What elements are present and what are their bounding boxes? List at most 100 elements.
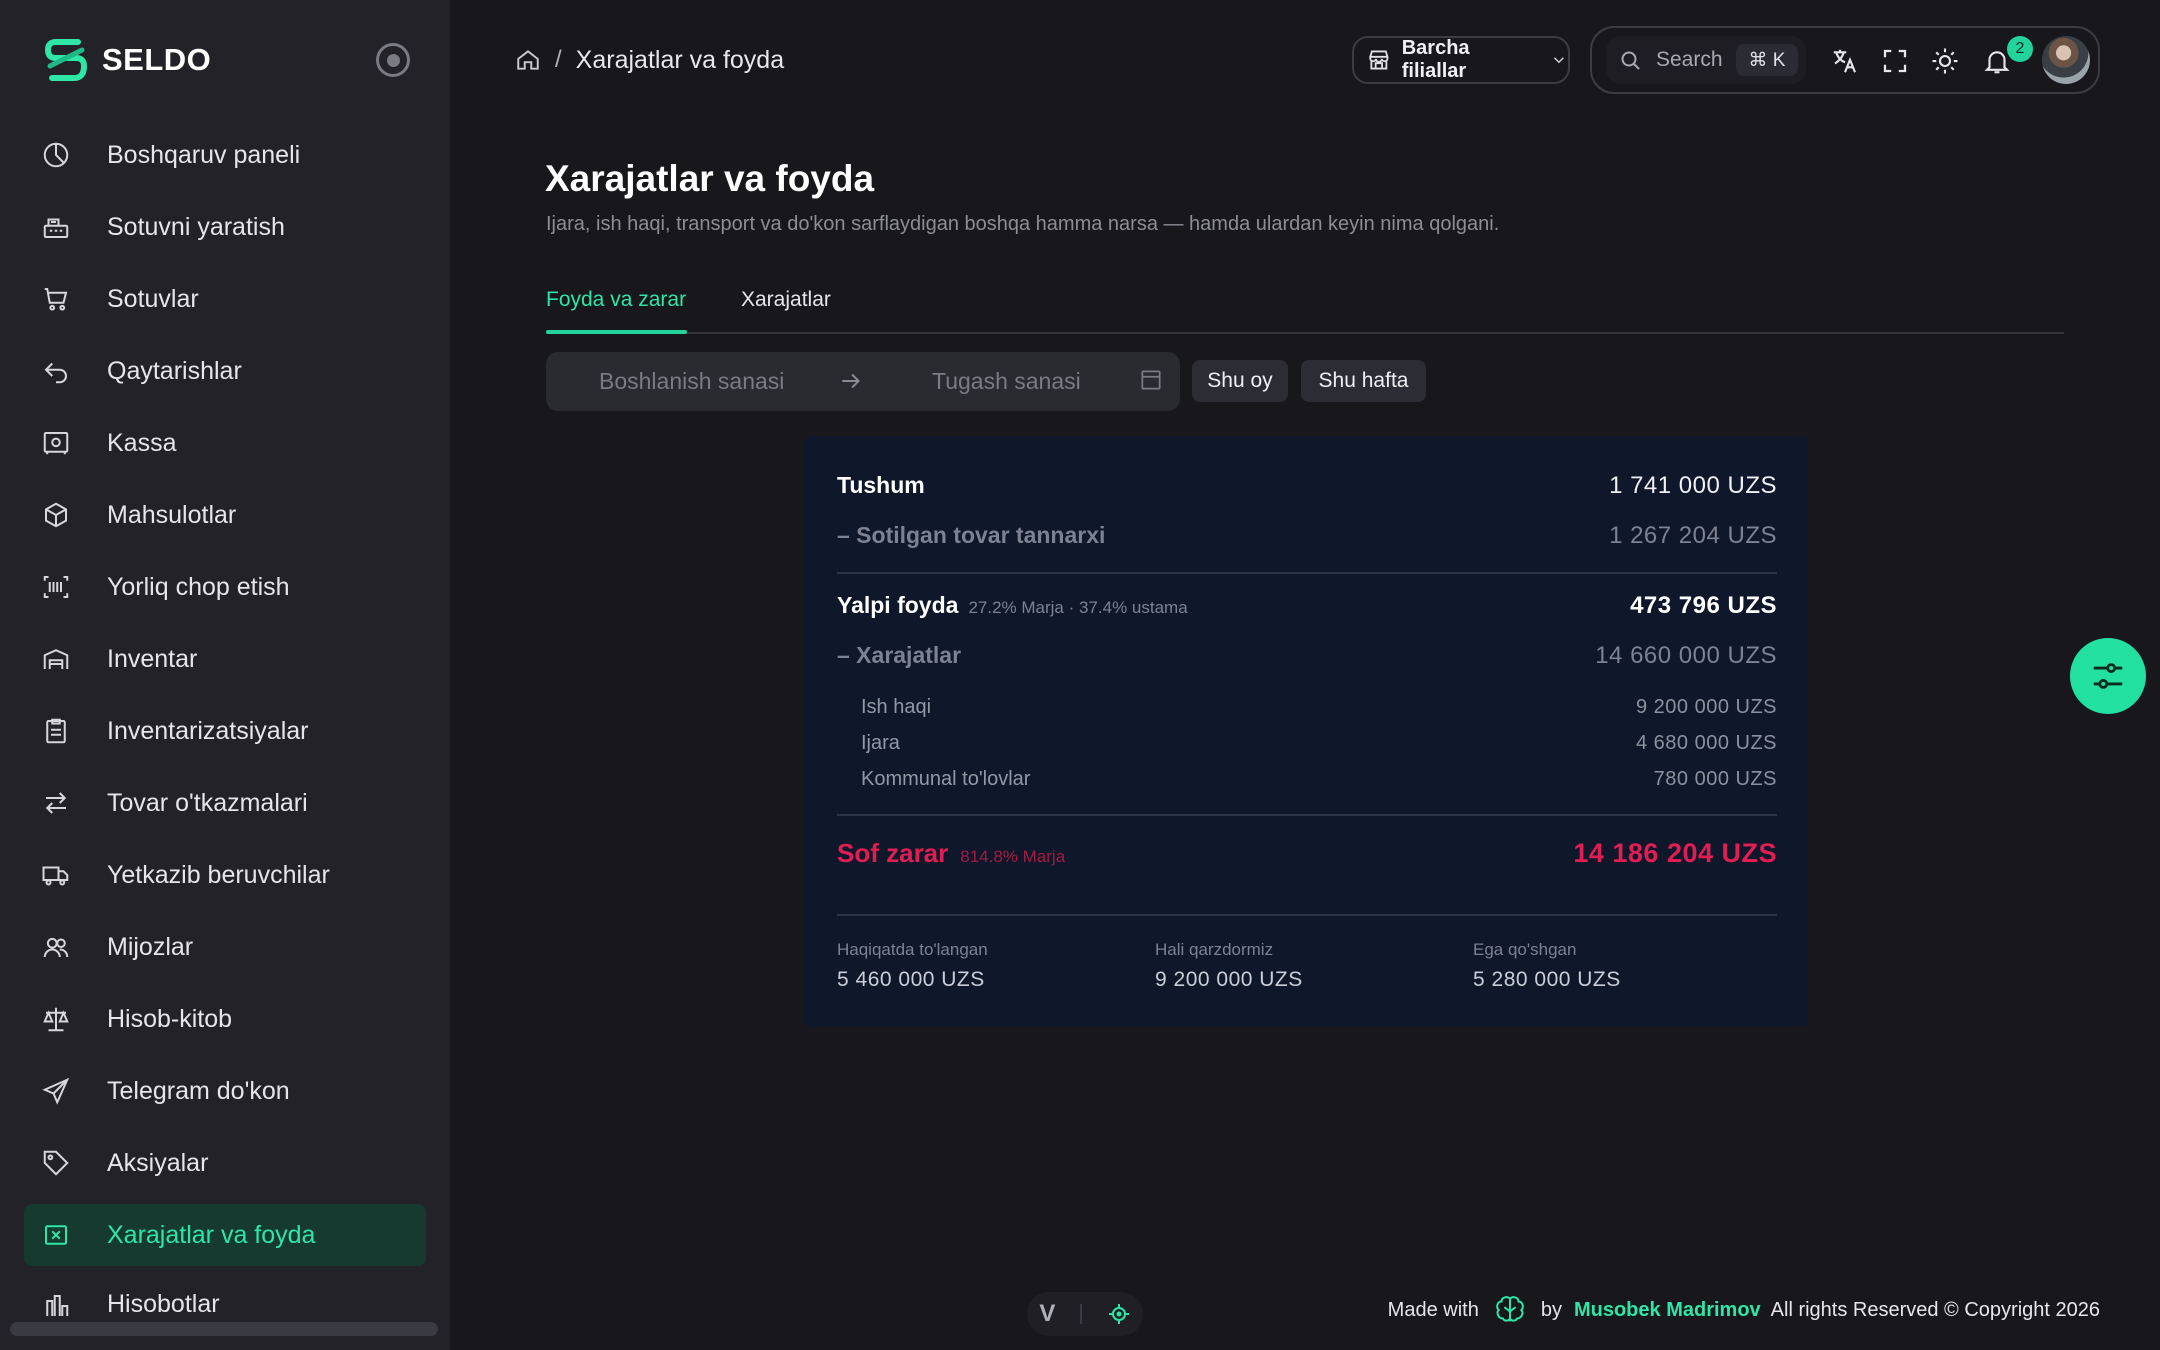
brain-heart-icon bbox=[1496, 1296, 1524, 1322]
expense-item-label: Kommunal to'lovlar bbox=[861, 768, 1031, 790]
sidebar-item-label: Xarajatlar va foyda bbox=[107, 1220, 316, 1249]
send-icon bbox=[40, 1075, 72, 1107]
sidebar-nav: Boshqaruv paneli Sotuvni yaratish Sotuvl… bbox=[24, 124, 426, 1326]
expense-item-value: 9 200 000 UZS bbox=[1635, 696, 1777, 718]
breadcrumb-current: Xarajatlar va foyda bbox=[575, 45, 785, 74]
stat-owed: Hali qarzdormiz 9 200 000 UZS bbox=[1155, 940, 1303, 992]
sidebar-item-label-print[interactable]: Yorliq chop etish bbox=[24, 556, 426, 618]
sidebar: SELDO Boshqaruv paneli Sotuvni yaratish … bbox=[0, 0, 450, 1350]
divider bbox=[837, 914, 1777, 916]
search-input[interactable]: Search ⌘ K bbox=[1606, 36, 1806, 84]
truck-icon bbox=[40, 859, 72, 891]
cogs-label: – Sotilgan tovar tannarxi bbox=[837, 522, 1106, 548]
arrow-right-icon bbox=[842, 373, 860, 389]
safe-icon bbox=[40, 427, 72, 459]
page-subtitle: Ijara, ish haqi, transport va do'kon sar… bbox=[546, 213, 1500, 235]
sidebar-item-label: Tovar o'tkazmalari bbox=[107, 788, 308, 817]
start-date-input[interactable]: Boshlanish sanasi bbox=[599, 368, 784, 395]
vue-logo-icon: V bbox=[1039, 1300, 1056, 1327]
expenses-label: – Xarajatlar bbox=[837, 642, 962, 668]
gross-profit-value: 473 796 UZS bbox=[1630, 592, 1777, 619]
sidebar-item-label: Hisobotlar bbox=[107, 1290, 220, 1316]
sidebar-item-products[interactable]: Mahsulotlar bbox=[24, 484, 426, 546]
radio-dot-icon bbox=[386, 53, 400, 67]
footer-by: by bbox=[1540, 1298, 1562, 1321]
sidebar-item-promotions[interactable]: Aksiyalar bbox=[24, 1132, 426, 1194]
sidebar-item-accounting[interactable]: Hisob-kitob bbox=[24, 988, 426, 1050]
translate-icon[interactable] bbox=[1830, 46, 1860, 76]
expense-item-value: 4 680 000 UZS bbox=[1635, 732, 1777, 754]
sidebar-item-expenses-profit[interactable]: Xarajatlar va foyda bbox=[24, 1204, 426, 1266]
revenue-row: Tushum 1 741 000 UZS bbox=[837, 472, 1777, 500]
sidebar-item-telegram-shop[interactable]: Telegram do'kon bbox=[24, 1060, 426, 1122]
notification-badge: 2 bbox=[2007, 36, 2033, 62]
home-icon[interactable] bbox=[515, 47, 541, 73]
footer-made-with: Made with bbox=[1387, 1298, 1479, 1321]
sidebar-item-label: Boshqaruv paneli bbox=[107, 140, 301, 169]
sidebar-item-label: Sotuvni yaratish bbox=[107, 212, 285, 241]
gross-profit-label: Yalpi foyda 27.2% Marja · 37.4% ustama bbox=[837, 592, 1188, 619]
sidebar-item-stocktakes[interactable]: Inventarizatsiyalar bbox=[24, 700, 426, 762]
sidebar-item-label: Yorliq chop etish bbox=[107, 572, 290, 601]
avatar[interactable] bbox=[2042, 36, 2090, 84]
sidebar-item-create-sale[interactable]: Sotuvni yaratish bbox=[24, 196, 426, 258]
end-date-input[interactable]: Tugash sanasi bbox=[932, 368, 1081, 395]
fullscreen-icon[interactable] bbox=[1880, 46, 1910, 76]
tab-profit-loss[interactable]: Foyda va zarar bbox=[546, 288, 686, 312]
sidebar-scrollbar[interactable] bbox=[10, 1322, 438, 1336]
sidebar-item-transfers[interactable]: Tovar o'tkazmalari bbox=[24, 772, 426, 834]
this-week-button[interactable]: Shu hafta bbox=[1301, 360, 1426, 402]
target-icon[interactable] bbox=[1107, 1302, 1131, 1326]
users-icon bbox=[40, 931, 72, 963]
cart-icon bbox=[40, 283, 72, 315]
sidebar-item-cashbox[interactable]: Kassa bbox=[24, 412, 426, 474]
stat-paid: Haqiqatda to'langan 5 460 000 UZS bbox=[837, 940, 988, 992]
net-loss-title: Sof zarar bbox=[837, 838, 949, 868]
branch-select[interactable]: Barcha filiallar bbox=[1352, 36, 1570, 84]
divider bbox=[837, 572, 1777, 574]
gross-profit-row: Yalpi foyda 27.2% Marja · 37.4% ustama 47… bbox=[837, 592, 1777, 620]
calendar-icon[interactable] bbox=[1138, 367, 1164, 393]
tab-bar: Foyda va zarar Xarajatlar bbox=[546, 280, 2064, 334]
expense-item-label: Ish haqi bbox=[861, 696, 932, 718]
expense-item-label: Ijara bbox=[861, 732, 900, 754]
sidebar-item-inventory[interactable]: Inventar bbox=[24, 628, 426, 690]
branch-select-value: Barcha filiallar bbox=[1401, 37, 1470, 82]
chevron-down-icon bbox=[1554, 57, 1565, 64]
stat-label: Ega qo'shgan bbox=[1473, 940, 1577, 959]
customizer-button[interactable] bbox=[2070, 638, 2146, 714]
date-range-picker[interactable]: Boshlanish sanasi Tugash sanasi bbox=[546, 352, 1180, 411]
sidebar-item-label: Mijozlar bbox=[107, 932, 194, 961]
sidebar-item-label: Inventarizatsiyalar bbox=[107, 716, 309, 745]
page-title: Xarajatlar va foyda bbox=[545, 158, 875, 199]
receipt-x-icon bbox=[40, 1219, 72, 1251]
sidebar-item-sales[interactable]: Sotuvlar bbox=[24, 268, 426, 330]
sliders-icon bbox=[2093, 663, 2123, 689]
sidebar-item-label: Telegram do'kon bbox=[107, 1076, 290, 1105]
search-shortcut: ⌘ K bbox=[1736, 44, 1798, 76]
footer-author-link[interactable]: Musobek Madrimov bbox=[1574, 1299, 1761, 1322]
search-placeholder: Search bbox=[1656, 48, 1723, 71]
sidebar-item-dashboard[interactable]: Boshqaruv paneli bbox=[24, 124, 426, 186]
clipboard-icon bbox=[40, 715, 72, 747]
footer: Made with by Musobek Madrimov All rights… bbox=[1388, 1292, 2100, 1328]
cash-register-icon bbox=[40, 211, 72, 243]
sidebar-item-customers[interactable]: Mijozlar bbox=[24, 916, 426, 978]
sidebar-item-reports[interactable]: Hisobotlar bbox=[24, 1276, 426, 1316]
sidebar-item-suppliers[interactable]: Yetkazib beruvchilar bbox=[24, 844, 426, 906]
divider bbox=[1080, 1304, 1082, 1324]
cogs-value: 1 267 204 UZS bbox=[1609, 522, 1777, 549]
sidebar-collapse-button[interactable] bbox=[376, 43, 410, 77]
sun-icon[interactable] bbox=[1930, 46, 1960, 76]
this-month-button[interactable]: Shu oy bbox=[1192, 360, 1288, 402]
expense-item: Ish haqi 9 200 000 UZS bbox=[861, 696, 1777, 719]
stat-value: 5 460 000 UZS bbox=[837, 968, 985, 991]
app-name: SELDO bbox=[102, 42, 212, 77]
revenue-value: 1 741 000 UZS bbox=[1609, 472, 1777, 499]
tab-expenses[interactable]: Xarajatlar bbox=[741, 288, 831, 312]
logo-icon bbox=[44, 39, 88, 81]
breadcrumb-separator: / bbox=[555, 46, 562, 73]
sidebar-item-returns[interactable]: Qaytarishlar bbox=[24, 340, 426, 402]
logo[interactable]: SELDO bbox=[42, 34, 412, 86]
devtools-pill[interactable]: V bbox=[1027, 1292, 1143, 1336]
